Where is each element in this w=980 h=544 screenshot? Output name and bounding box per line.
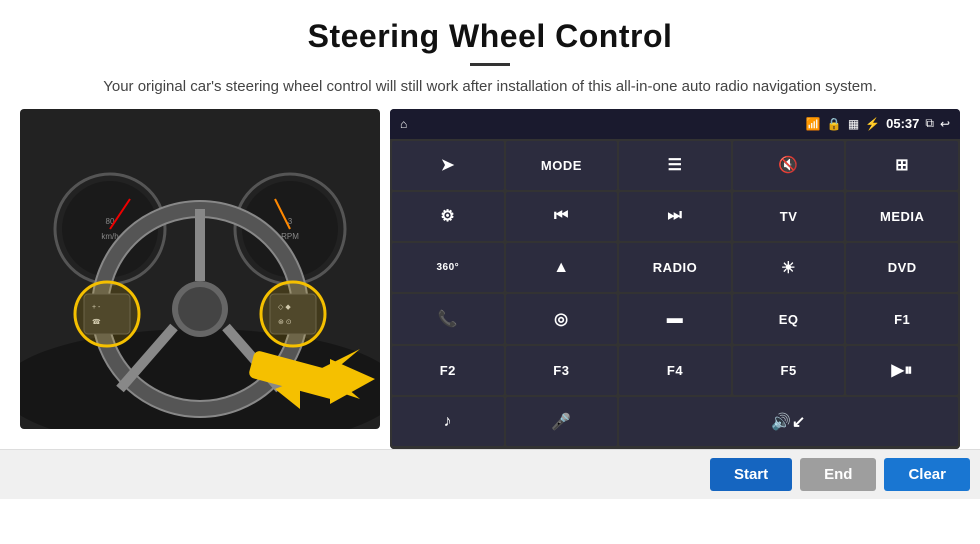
- prev-icon: ⏮: [554, 207, 569, 225]
- tv-btn[interactable]: TV: [733, 192, 845, 241]
- brightness-btn[interactable]: ☀: [733, 243, 845, 292]
- settings-icon: ⚙: [440, 206, 455, 226]
- car-image: 80 km/h 3 RPM: [20, 109, 380, 429]
- navi-btn[interactable]: ◎: [506, 294, 618, 343]
- next-icon: ⏭: [668, 207, 683, 225]
- f2-label: F2: [440, 363, 456, 378]
- playpause-btn[interactable]: ▶⏸: [846, 346, 958, 395]
- control-panel: ⌂ 📶 🔒 ▦ ⚡ 05:37 ⧉ ↩ ➤ MODE ☰ 🔇: [390, 109, 960, 449]
- prev-btn[interactable]: ⏮: [506, 192, 618, 241]
- mode-btn[interactable]: MODE: [506, 141, 618, 190]
- clear-button[interactable]: Clear: [884, 458, 970, 491]
- sim-icon: ▦: [848, 117, 859, 131]
- dvd-btn[interactable]: DVD: [846, 243, 958, 292]
- media-btn[interactable]: MEDIA: [846, 192, 958, 241]
- title-divider: [470, 63, 510, 66]
- navigate-btn[interactable]: ➤: [392, 141, 504, 190]
- status-bar-left: ⌂: [400, 117, 407, 131]
- eq-btn[interactable]: EQ: [733, 294, 845, 343]
- header-subtitle: Your original car's steering wheel contr…: [40, 76, 940, 99]
- back-icon[interactable]: ↩: [940, 117, 950, 131]
- header: Steering Wheel Control Your original car…: [0, 0, 980, 109]
- navi-icon: ◎: [554, 309, 568, 329]
- apps-btn[interactable]: ⊞: [846, 141, 958, 190]
- radio-btn[interactable]: RADIO: [619, 243, 731, 292]
- brightness-icon: ☀: [781, 258, 796, 278]
- settings-btn[interactable]: ⚙: [392, 192, 504, 241]
- f4-label: F4: [667, 363, 683, 378]
- mic-icon: 🎤: [551, 412, 571, 432]
- f2-btn[interactable]: F2: [392, 346, 504, 395]
- page-wrapper: Steering Wheel Control Your original car…: [0, 0, 980, 499]
- eq-label: EQ: [779, 312, 799, 327]
- status-bar: ⌂ 📶 🔒 ▦ ⚡ 05:37 ⧉ ↩: [390, 109, 960, 139]
- tv-label: TV: [780, 209, 798, 224]
- display-icon: ▬: [667, 310, 684, 328]
- mute-btn[interactable]: 🔇: [733, 141, 845, 190]
- window-icon: ⧉: [925, 116, 934, 131]
- next-btn[interactable]: ⏭: [619, 192, 731, 241]
- apps-icon: ⊞: [895, 155, 909, 175]
- music-icon: ♪: [444, 413, 453, 431]
- menu-btn[interactable]: ☰: [619, 141, 731, 190]
- mode-label: MODE: [541, 158, 582, 173]
- navigate-icon: ➤: [441, 155, 455, 175]
- f5-label: F5: [781, 363, 797, 378]
- f4-btn[interactable]: F4: [619, 346, 731, 395]
- eject-icon: ▲: [553, 259, 569, 277]
- volume-down-icon: 🔊↙: [771, 412, 805, 432]
- lock-icon: 🔒: [827, 117, 842, 131]
- home-icon[interactable]: ⌂: [400, 117, 407, 131]
- status-bar-right: 📶 🔒 ▦ ⚡ 05:37 ⧉ ↩: [806, 116, 950, 131]
- mute-icon: 🔇: [778, 155, 798, 175]
- f1-btn[interactable]: F1: [846, 294, 958, 343]
- f1-label: F1: [894, 312, 910, 327]
- phone-icon: 📞: [438, 309, 458, 329]
- f5-btn[interactable]: F5: [733, 346, 845, 395]
- bottom-bar: Start End Clear: [0, 449, 980, 499]
- playpause-icon: ▶⏸: [892, 360, 913, 380]
- mic-btn[interactable]: 🎤: [506, 397, 618, 446]
- page-title: Steering Wheel Control: [40, 18, 940, 55]
- menu-icon: ☰: [668, 155, 683, 175]
- phone-btn[interactable]: 📞: [392, 294, 504, 343]
- f3-label: F3: [553, 363, 569, 378]
- status-time: 05:37: [886, 116, 919, 131]
- media-label: MEDIA: [880, 209, 924, 224]
- display-btn[interactable]: ▬: [619, 294, 731, 343]
- radio-label: RADIO: [653, 260, 697, 275]
- f3-btn[interactable]: F3: [506, 346, 618, 395]
- wifi-icon: 📶: [806, 117, 821, 131]
- start-button[interactable]: Start: [710, 458, 792, 491]
- camera360-icon: 360°: [436, 262, 459, 273]
- end-button[interactable]: End: [800, 458, 876, 491]
- camera360-btn[interactable]: 360°: [392, 243, 504, 292]
- dvd-label: DVD: [888, 260, 917, 275]
- button-grid: ➤ MODE ☰ 🔇 ⊞ ⚙ ⏮ ⏭ TV MEDIA 360° ▲ RADIO…: [390, 139, 960, 449]
- bluetooth-icon: ⚡: [865, 117, 880, 131]
- music-btn[interactable]: ♪: [392, 397, 504, 446]
- volume-down-btn[interactable]: 🔊↙: [619, 397, 958, 446]
- main-content: 80 km/h 3 RPM: [0, 109, 980, 449]
- eject-btn[interactable]: ▲: [506, 243, 618, 292]
